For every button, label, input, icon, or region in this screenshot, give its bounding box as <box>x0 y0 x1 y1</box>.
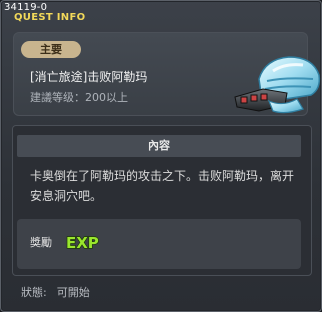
quest-description: 卡奥倒在了阿勒玛的攻击之下。击败阿勒玛，离开安息洞穴吧。 <box>30 169 295 203</box>
exp-icon-text: EXP <box>66 234 99 252</box>
reward-box <box>17 219 301 269</box>
status-label: 狀態: <box>21 286 47 299</box>
quest-info-window: 34119-0 QUEST INFO 主要 [消亡旅途]击败阿勒玛 建議等级：2… <box>0 0 322 312</box>
quest-name: [消亡旅途]击败阿勒玛 <box>30 70 148 84</box>
exp-icon: EXP <box>65 233 99 252</box>
status-value: 可開始 <box>56 286 90 299</box>
window-title: QUEST INFO <box>14 12 86 23</box>
content-header: 內容 <box>17 135 301 157</box>
reward-label: 獎勵 <box>30 236 52 249</box>
quest-status: 狀態: 可開始 <box>21 286 90 300</box>
category-badge: 主要 <box>21 41 81 58</box>
level-requirement: 建議等级：200以上 <box>30 91 128 104</box>
helmet-gauntlet-icon <box>234 56 321 114</box>
